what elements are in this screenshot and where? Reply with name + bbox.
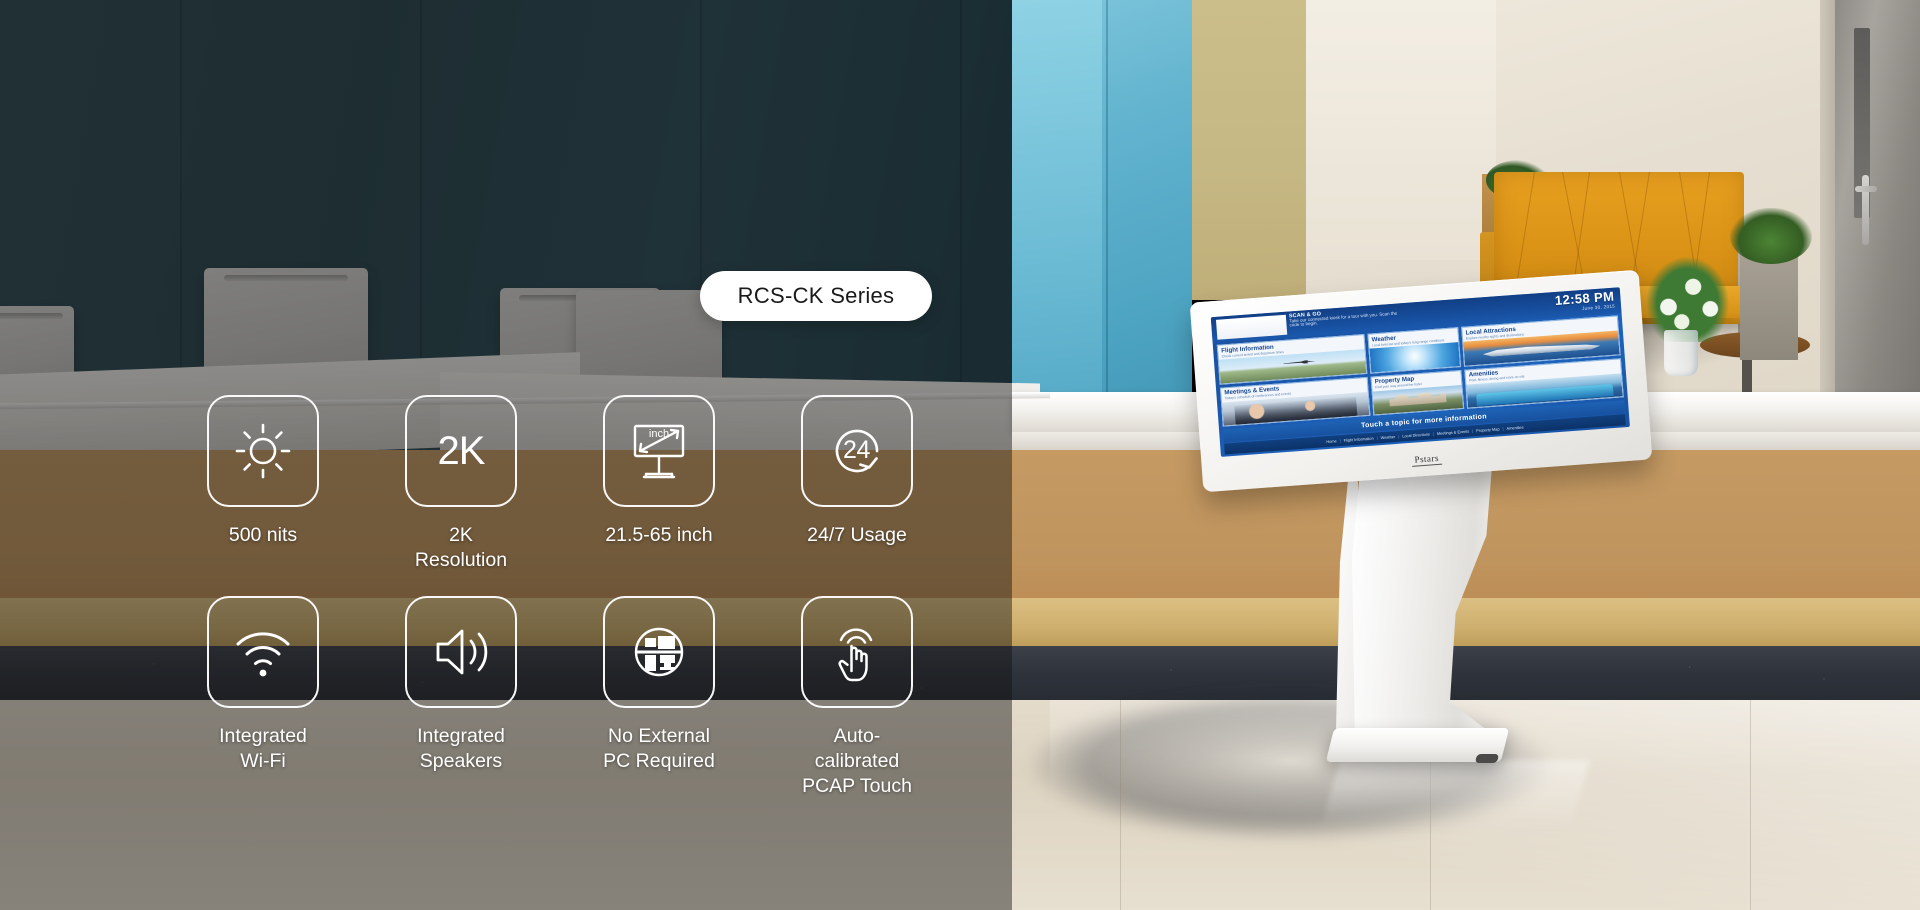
kiosk-screen[interactable]: SCAN & GO Take our connected kiosk for a… — [1210, 287, 1630, 457]
feature-label: 500 nits — [228, 524, 298, 546]
touch-kiosk-display[interactable]: SCAN & GO Take our connected kiosk for a… — [1189, 269, 1653, 493]
kiosk-brand-block: SCAN & GO Take our connected kiosk for a… — [1289, 306, 1400, 328]
kiosk-nav-item-property-map[interactable]: Property Map — [1476, 426, 1500, 433]
feature-24-7-usage: 24 24/7 Usage — [801, 395, 913, 573]
plant-right — [1730, 208, 1812, 264]
kiosk-card[interactable]: Property Map Find your way around the ho… — [1370, 369, 1465, 416]
kiosk-nav-item-home[interactable]: Home — [1326, 438, 1337, 444]
kiosk-nav-item-weather[interactable]: Weather — [1380, 434, 1395, 440]
pedestal-foot — [1474, 754, 1500, 763]
kiosk-nav-item-local-directions[interactable]: Local Directions — [1402, 432, 1430, 439]
product-banner: SCAN & GO Take our connected kiosk for a… — [0, 0, 1920, 910]
kiosk-nav-item-amenities[interactable]: Amenities — [1506, 425, 1523, 431]
feature-icon-box: 24 — [801, 395, 913, 507]
glass-vase — [1664, 330, 1698, 376]
kiosk-pedestal — [1325, 466, 1510, 766]
feature-integrated-wifi: Integrated Wi-Fi — [207, 596, 319, 799]
flower-bouquet — [1640, 250, 1735, 342]
feature-icon-box — [801, 596, 913, 708]
feature-row-2: Integrated Wi-Fi Integrated Speakers No … — [207, 596, 913, 799]
feature-row-1: 500 nits 2K 2K Resolution inch 21.5-65 i… — [207, 395, 913, 573]
kiosk-logo: Pstars — [1411, 452, 1443, 467]
pedestal-body — [1352, 466, 1492, 734]
feature-label: 21.5-65 inch — [605, 524, 713, 546]
no-external-pc-icon — [627, 620, 691, 684]
feature-icon-box: 2K — [405, 395, 517, 507]
touch-hand-icon — [825, 619, 889, 685]
feature-label: Integrated Speakers — [417, 725, 505, 772]
2k-resolution-icon: 2K — [437, 428, 486, 473]
feature-500-nits: 500 nits — [207, 395, 319, 573]
feature-pcap-touch: Auto-calibrated PCAP Touch — [801, 596, 913, 799]
kiosk-card[interactable]: Flight Information Check current arrival… — [1216, 334, 1368, 385]
feature-label: 24/7 Usage — [807, 524, 907, 546]
feature-icon-box — [207, 596, 319, 708]
feature-no-external-pc: No External PC Required — [603, 596, 715, 799]
cream-wall-upper — [1306, 0, 1496, 260]
speaker-icon — [429, 622, 493, 682]
kiosk-card[interactable]: Meetings & Events Today's schedule of co… — [1219, 376, 1371, 427]
feature-label: No External PC Required — [603, 725, 715, 772]
feature-integrated-speakers: Integrated Speakers — [405, 596, 517, 799]
feature-list: 500 nits 2K 2K Resolution inch 21.5-65 i… — [0, 0, 1012, 910]
gold-column — [1186, 0, 1306, 300]
kiosk-floor-reflection — [1319, 760, 1591, 830]
kiosk-qr-placeholder — [1215, 314, 1288, 340]
kiosk-card[interactable]: Weather Local forecast and today's long … — [1367, 327, 1462, 374]
brightness-sun-icon — [231, 419, 295, 483]
feature-label: Integrated Wi-Fi — [219, 725, 307, 772]
kiosk-nav-item-flight-information[interactable]: Flight Information — [1343, 436, 1373, 443]
feature-icon-box — [405, 596, 517, 708]
feature-2k-resolution: 2K 2K Resolution — [405, 395, 517, 573]
feature-icon-box — [207, 395, 319, 507]
feature-label: Auto-calibrated PCAP Touch — [802, 725, 912, 797]
kiosk-clock: 12:58 PM June 30, 2015 — [1554, 289, 1615, 313]
door-handle-bar — [1855, 186, 1877, 192]
feature-icon-box: inch — [603, 395, 715, 507]
feature-icon-box — [603, 596, 715, 708]
feature-label: 2K Resolution — [414, 524, 508, 571]
wifi-icon — [230, 623, 296, 681]
display-size-inch-label: inch — [648, 428, 670, 440]
kiosk-nav-item-meetings-events[interactable]: Meetings & Events — [1437, 429, 1470, 436]
24-7-glyph: 24 — [843, 435, 870, 464]
feature-display-size: inch 21.5-65 inch — [603, 395, 715, 573]
